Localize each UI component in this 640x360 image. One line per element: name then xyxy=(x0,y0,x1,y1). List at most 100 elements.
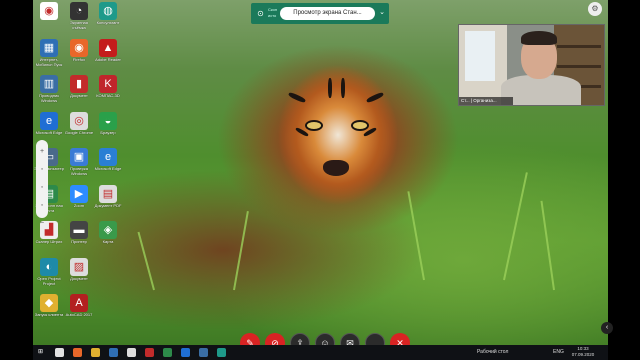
desktop-shortcut-label: Принтер xyxy=(71,239,87,244)
desktop-shortcut-label: Документ xyxy=(70,93,88,98)
taskbar-app-icon[interactable] xyxy=(163,348,172,357)
desktop-shortcut-label: Карта xyxy=(102,239,114,244)
app-icon: K xyxy=(99,75,117,93)
app-icon: e xyxy=(40,111,58,130)
desktop-shortcut[interactable]: ◉ Firefox xyxy=(64,38,94,73)
desktop-shortcut[interactable]: ◔ Экранная съёмка xyxy=(64,2,94,36)
desktop-shortcut[interactable]: ▨ Документ xyxy=(64,257,94,292)
app-icon: ◍ xyxy=(99,2,117,20)
app-icon: ◉ xyxy=(40,2,58,20)
wallpaper-tiger xyxy=(268,60,408,210)
desktop-shortcut[interactable]: ▤ Документ PDF xyxy=(93,184,123,219)
app-icon: ◎ xyxy=(70,111,88,130)
desktop-shortcut[interactable]: ◐ Open Project Project xyxy=(34,257,64,292)
zoom-in-icon[interactable]: + xyxy=(36,146,48,158)
desktop-shortcut-label: Экранная съёмка xyxy=(70,20,88,30)
desktop-shortcut[interactable]: ▲ Adobe Reader xyxy=(93,38,123,73)
participant-hair xyxy=(521,31,557,45)
desktop-shortcut-label: Сканер Штрих xyxy=(35,239,63,244)
video-background-window xyxy=(465,31,495,81)
desktop-shortcut[interactable]: A AutoCAD 2017 xyxy=(64,294,94,328)
app-icon: ▶ xyxy=(70,184,88,203)
desktop-shortcut-label: Microsoft Edge xyxy=(35,129,63,135)
desktop-shortcut[interactable]: ▶ Zoom xyxy=(64,184,94,219)
zoom-out-icon[interactable]: − xyxy=(36,218,48,230)
desktop-shortcut-label: AutoCAD 2017 xyxy=(65,312,93,317)
app-icon: ▲ xyxy=(99,38,117,57)
desktop-shortcut-label: Проводник Windows xyxy=(38,93,60,103)
app-icon: ◒ xyxy=(99,111,117,130)
desktop-shortcut[interactable]: ◈ Карта xyxy=(93,221,123,255)
folder-icon[interactable] xyxy=(91,348,100,357)
taskbar: ⊞ Рабочий стол ENG 10:33 07.09.2020 xyxy=(33,345,608,360)
desktop-shortcut-label: Документ xyxy=(70,275,88,281)
app-icon: ▦ xyxy=(40,38,58,57)
screen-share-banner: ⊙ Скон исто Просмотр экрана Стан... ⌄ xyxy=(251,3,389,24)
app-icon: A xyxy=(70,294,88,312)
participant-video-tile[interactable]: Ст... | Организа... xyxy=(458,24,605,106)
desktop-shortcut-label: Документ PDF xyxy=(94,202,122,208)
desktop-shortcut[interactable]: K КОМПАС-3D xyxy=(93,75,123,109)
app-icon: ◐ xyxy=(40,257,58,276)
desktop-toolbar-label[interactable]: Рабочий стол xyxy=(477,349,508,355)
app-icon: ◉ xyxy=(70,38,88,57)
app-icon: ▤ xyxy=(99,184,117,203)
desktop-shortcut-label: Firefox xyxy=(72,56,86,62)
zoom-toolbar[interactable]: + ◦ ◦ ◦ − xyxy=(36,140,48,227)
taskbar-app-icon[interactable] xyxy=(55,348,64,357)
desktop-shortcut-label: КОМПАС-3D xyxy=(96,93,120,98)
participant-name-label: Ст... | Организа... xyxy=(459,97,513,105)
desktop-shortcut[interactable]: ◉ xyxy=(34,2,64,36)
app-icon: ▣ xyxy=(70,148,88,166)
desktop-shortcut-label: Интернет-Мобильн Пуск xyxy=(35,56,63,67)
app-icon: ◔ xyxy=(70,2,88,20)
desktop-shortcut-label: Zoom xyxy=(73,202,85,208)
desktop-shortcut-label: Adobe Reader xyxy=(95,56,121,62)
firefox-icon[interactable] xyxy=(73,348,82,357)
settings-icon[interactable]: ⚙ xyxy=(588,2,602,16)
desktop-shortcut[interactable]: ▮ Документ xyxy=(64,75,94,109)
view-screen-button[interactable]: Просмотр экрана Стан... xyxy=(280,7,375,20)
desktop-screen: ◉ ▦ Интернет-Мобильн Пуск ▥ Проводник Window… xyxy=(33,0,608,360)
taskbar-app-icon[interactable] xyxy=(145,348,154,357)
taskbar-app-icon[interactable] xyxy=(199,348,208,357)
desktop-shortcut[interactable]: ▥ Проводник Windows xyxy=(34,75,64,109)
desktop-shortcut[interactable]: ▬ Принтер xyxy=(64,221,94,255)
stop-share-icon[interactable]: ⊙ xyxy=(255,8,266,19)
tool-icon[interactable]: ◦ xyxy=(36,182,48,194)
chevron-down-icon[interactable]: ⌄ xyxy=(379,8,385,16)
app-icon: ◈ xyxy=(99,221,117,239)
taskbar-app-icon[interactable] xyxy=(217,348,226,357)
desktop-shortcut[interactable]: ◍ Консультант xyxy=(93,2,123,36)
desktop-shortcut-label: Проверка Windows xyxy=(70,166,88,176)
desktop-shortcut[interactable]: ▦ Интернет-Мобильн Пуск xyxy=(34,38,64,73)
desktop-shortcut[interactable]: e Microsoft Edge xyxy=(93,148,123,182)
taskbar-app-icon[interactable] xyxy=(109,348,118,357)
app-icon: ◆ xyxy=(40,294,58,312)
clock-date: 07.09.2020 xyxy=(571,352,595,357)
app-icon: e xyxy=(99,148,117,166)
desktop-shortcut-label: Запуск клиента xyxy=(34,312,64,317)
taskbar-app-icon[interactable] xyxy=(127,348,136,357)
taskbar-clock[interactable]: 10:33 07.09.2020 xyxy=(569,346,597,358)
start-icon[interactable]: ⊞ xyxy=(36,348,45,357)
desktop-shortcut[interactable]: ◆ Запуск клиента xyxy=(34,294,64,328)
app-icon: ▥ xyxy=(40,75,58,93)
desktop-shortcut[interactable]: ◎ Google Chrome xyxy=(64,111,94,146)
desktop-shortcut-label xyxy=(34,20,64,30)
desktop-shortcut[interactable]: ◒ Браузер xyxy=(93,111,123,146)
participant-body xyxy=(501,75,581,105)
language-indicator[interactable]: ENG xyxy=(553,349,564,355)
tool-icon[interactable]: ◦ xyxy=(36,200,48,212)
desktop-shortcut-label: Google Chrome xyxy=(64,129,94,135)
tool-icon[interactable]: ◦ xyxy=(36,164,48,176)
app-icon: ▬ xyxy=(70,221,88,239)
desktop-shortcut-label: Браузер xyxy=(100,129,116,135)
desktop-shortcut-label: Консультант xyxy=(96,20,120,25)
expand-panel-icon[interactable]: ‹ xyxy=(601,322,613,334)
desktop-shortcut-label: Open Project Project xyxy=(37,275,61,286)
desktop-shortcut-label: Microsoft Edge xyxy=(94,166,122,171)
app-icon: ▮ xyxy=(70,75,88,93)
edge-icon[interactable] xyxy=(181,348,190,357)
desktop-shortcut[interactable]: ▣ Проверка Windows xyxy=(64,148,94,182)
